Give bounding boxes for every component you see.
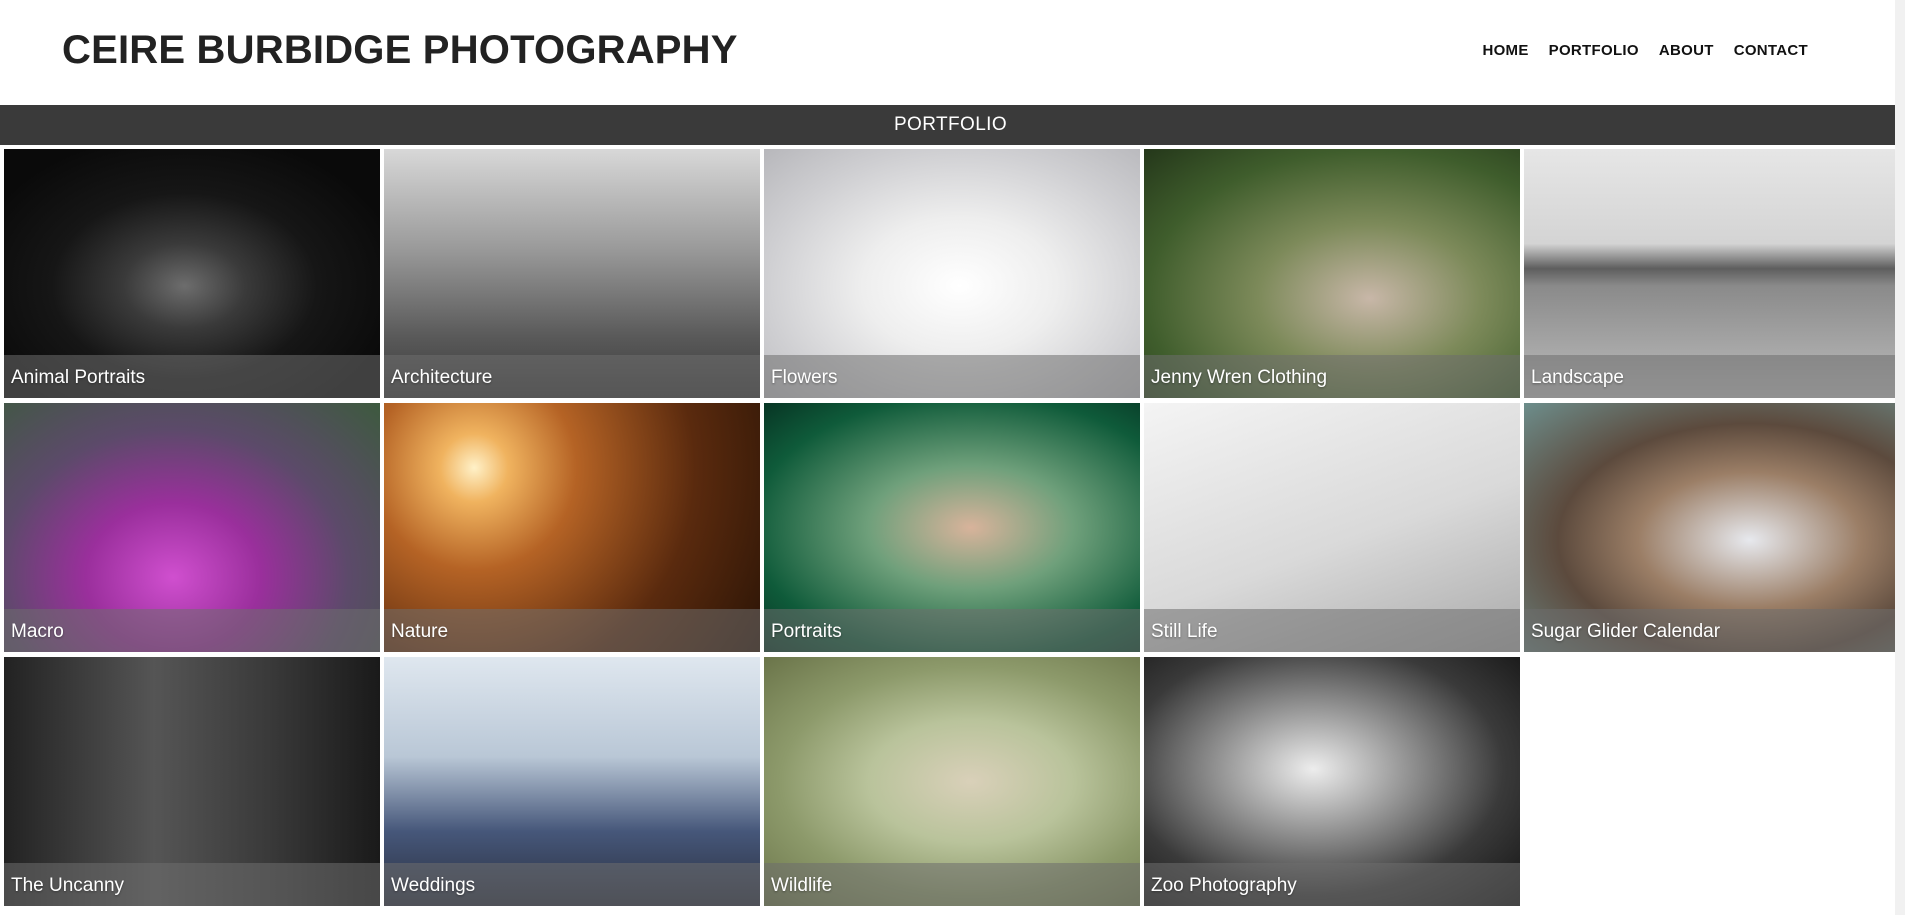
- gallery-tile-flowers[interactable]: Flowers: [764, 149, 1140, 398]
- gallery-caption: The Uncanny: [11, 875, 125, 896]
- nav-portfolio-link[interactable]: PORTFOLIO: [1549, 42, 1639, 59]
- portfolio-grid: Animal Portraits Architecture Flowers Je…: [4, 149, 1901, 913]
- gallery-caption: Weddings: [391, 875, 476, 896]
- gallery-caption: Portraits: [771, 621, 842, 642]
- gallery-tile-portraits[interactable]: Portraits: [764, 403, 1140, 652]
- gallery-caption: Zoo Photography: [1151, 875, 1297, 896]
- nav-about-link[interactable]: ABOUT: [1659, 42, 1714, 59]
- gallery-tile-macro[interactable]: Macro: [4, 403, 380, 652]
- page-title: PORTFOLIO: [893, 114, 1008, 135]
- gallery-tile-the-uncanny[interactable]: The Uncanny: [4, 657, 380, 906]
- gallery-caption: Animal Portraits: [11, 367, 146, 388]
- site-header: CEIRE BURBIDGE PHOTOGRAPHY HOME PORTFOLI…: [0, 0, 1905, 105]
- gallery-tile-weddings[interactable]: Weddings: [384, 657, 760, 906]
- gallery-caption: Jenny Wren Clothing: [1151, 367, 1328, 388]
- gallery-caption: Macro: [11, 621, 64, 642]
- gallery-caption: Nature: [391, 621, 449, 642]
- main-nav: HOME PORTFOLIO ABOUT CONTACT: [1482, 42, 1808, 59]
- page-scrollbar[interactable]: [1895, 0, 1905, 915]
- page-banner: PORTFOLIO: [0, 105, 1901, 145]
- gallery-tile-animal-portraits[interactable]: Animal Portraits: [4, 149, 380, 398]
- gallery-caption: Wildlife: [771, 875, 833, 896]
- gallery-caption: Architecture: [391, 367, 493, 388]
- gallery-tile-jenny-wren-clothing[interactable]: Jenny Wren Clothing: [1144, 149, 1520, 398]
- gallery-tile-architecture[interactable]: Architecture: [384, 149, 760, 398]
- gallery-caption: Landscape: [1531, 367, 1624, 388]
- nav-contact-link[interactable]: CONTACT: [1734, 42, 1808, 59]
- gallery-tile-zoo-photography[interactable]: Zoo Photography: [1144, 657, 1520, 906]
- gallery-caption: Flowers: [771, 367, 838, 388]
- gallery-caption: Sugar Glider Calendar: [1531, 621, 1721, 642]
- gallery-tile-wildlife[interactable]: Wildlife: [764, 657, 1140, 906]
- site-title[interactable]: CEIRE BURBIDGE PHOTOGRAPHY: [62, 28, 738, 73]
- nav-home-link[interactable]: HOME: [1482, 42, 1528, 59]
- gallery-tile-sugar-glider-calendar[interactable]: Sugar Glider Calendar: [1524, 403, 1900, 652]
- gallery-caption: Still Life: [1151, 621, 1218, 642]
- gallery-tile-still-life[interactable]: Still Life: [1144, 403, 1520, 652]
- gallery-tile-nature[interactable]: Nature: [384, 403, 760, 652]
- gallery-tile-landscape[interactable]: Landscape: [1524, 149, 1900, 398]
